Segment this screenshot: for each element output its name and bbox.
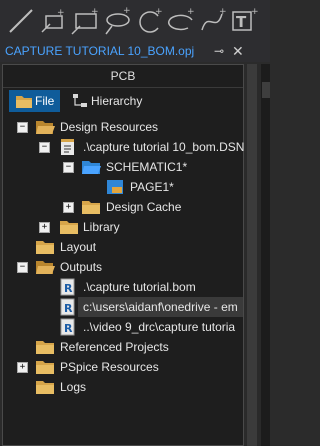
tree-label: Library (83, 220, 120, 234)
project-title: CAPTURE TUTORIAL 10_BOM.opj (5, 44, 195, 58)
tree-label: PAGE1* (130, 180, 174, 194)
svg-text:T: T (236, 13, 247, 31)
expand-icon[interactable]: + (39, 222, 50, 233)
tree-item-output-file[interactable]: R ..\video 9_drc\capture tutoria (3, 317, 243, 337)
folder-icon (35, 378, 57, 402)
tree-item-library[interactable]: + Library (3, 217, 243, 237)
tree-label: Design Resources (60, 120, 159, 134)
svg-text:R: R (64, 322, 73, 335)
tree-item-schematic[interactable]: − SCHEMATIC1* (3, 157, 243, 177)
svg-text:+: + (91, 7, 99, 17)
svg-text:+: + (123, 6, 131, 16)
bezier-icon[interactable]: + (198, 6, 228, 36)
collapse-icon[interactable]: − (17, 122, 28, 133)
svg-text:+: + (219, 7, 227, 17)
tree-label: Logs (60, 380, 87, 394)
tree-label: c:\users\aidanf\onedrive - em (83, 300, 238, 314)
panel-tabs: File Hierarchy (3, 88, 243, 114)
tree-label: Referenced Projects (60, 340, 169, 354)
collapse-icon[interactable]: − (39, 142, 50, 153)
tree-label: Outputs (60, 260, 103, 274)
tree-label: PSpice Resources (60, 360, 159, 374)
tree-item-pspice-resources[interactable]: + PSpice Resources (3, 357, 243, 377)
svg-text:+: + (187, 7, 195, 17)
close-icon[interactable]: ✕ (232, 43, 244, 60)
tab-hierarchy-label: Hierarchy (91, 94, 143, 108)
tree-label: Layout (60, 240, 97, 254)
tree-item-outputs[interactable]: − Outputs (3, 257, 243, 277)
expand-icon[interactable]: + (63, 202, 74, 213)
folder-icon (15, 93, 33, 116)
rectangle-icon[interactable]: + (70, 6, 100, 36)
svg-text:+: + (57, 8, 65, 18)
hierarchy-icon (71, 93, 89, 116)
tree-item-referenced-projects[interactable]: Referenced Projects (3, 337, 243, 357)
tree-item-logs[interactable]: Logs (3, 377, 243, 397)
svg-text:+: + (251, 7, 259, 17)
tree-item-layout[interactable]: Layout (3, 237, 243, 257)
scrollbar-thumb[interactable] (262, 82, 270, 98)
ellipse-icon[interactable]: + (102, 6, 132, 36)
divider-bar (247, 64, 257, 446)
tree-item-design-resources[interactable]: − Design Resources (3, 117, 243, 137)
arc-icon[interactable]: + (134, 6, 164, 36)
tab-hierarchy[interactable]: Hierarchy (65, 90, 148, 112)
tree-item-design-cache[interactable]: + Design Cache (3, 197, 243, 217)
panel-header: PCB (3, 65, 243, 88)
svg-text:+: + (155, 7, 163, 17)
elliptical-arc-icon[interactable]: + (166, 6, 196, 36)
collapse-icon[interactable]: − (17, 262, 28, 273)
tree-item-page[interactable]: PAGE1* (3, 177, 243, 197)
drawing-toolbar: + + + + + + T + (0, 0, 270, 42)
project-manager-panel: PCB File Hierarchy − Design Resources − (2, 64, 244, 446)
svg-text:R: R (64, 282, 73, 295)
tree-item-output-file[interactable]: R c:\users\aidanf\onedrive - em (3, 297, 243, 317)
tab-file-label: File (35, 94, 55, 108)
tree-label: .\capture tutorial 10_bom.DSN (83, 140, 245, 154)
tab-file[interactable]: File (9, 90, 61, 112)
right-scroll-area (246, 64, 270, 446)
collapse-icon[interactable]: − (63, 162, 74, 173)
tree-item-output-file[interactable]: R .\capture tutorial.bom (3, 277, 243, 297)
place-pin-icon[interactable]: + (38, 6, 68, 36)
vertical-scrollbar[interactable] (261, 64, 270, 446)
tree-item-design-file[interactable]: − .\capture tutorial 10_bom.DSN (3, 137, 245, 157)
expand-icon[interactable]: + (17, 362, 28, 373)
tree-label: ..\video 9_drc\capture tutoria (83, 320, 236, 334)
tree-label: SCHEMATIC1* (106, 160, 188, 174)
panel-titlebar: CAPTURE TUTORIAL 10_BOM.opj ⊸ ✕ (0, 42, 270, 62)
svg-text:R: R (64, 302, 73, 315)
text-icon[interactable]: T + (230, 6, 260, 36)
tree-label: Design Cache (106, 200, 182, 214)
pin-icon[interactable]: ⊸ (214, 44, 224, 58)
tree-label: .\capture tutorial.bom (83, 280, 196, 294)
line-icon[interactable] (4, 6, 34, 36)
